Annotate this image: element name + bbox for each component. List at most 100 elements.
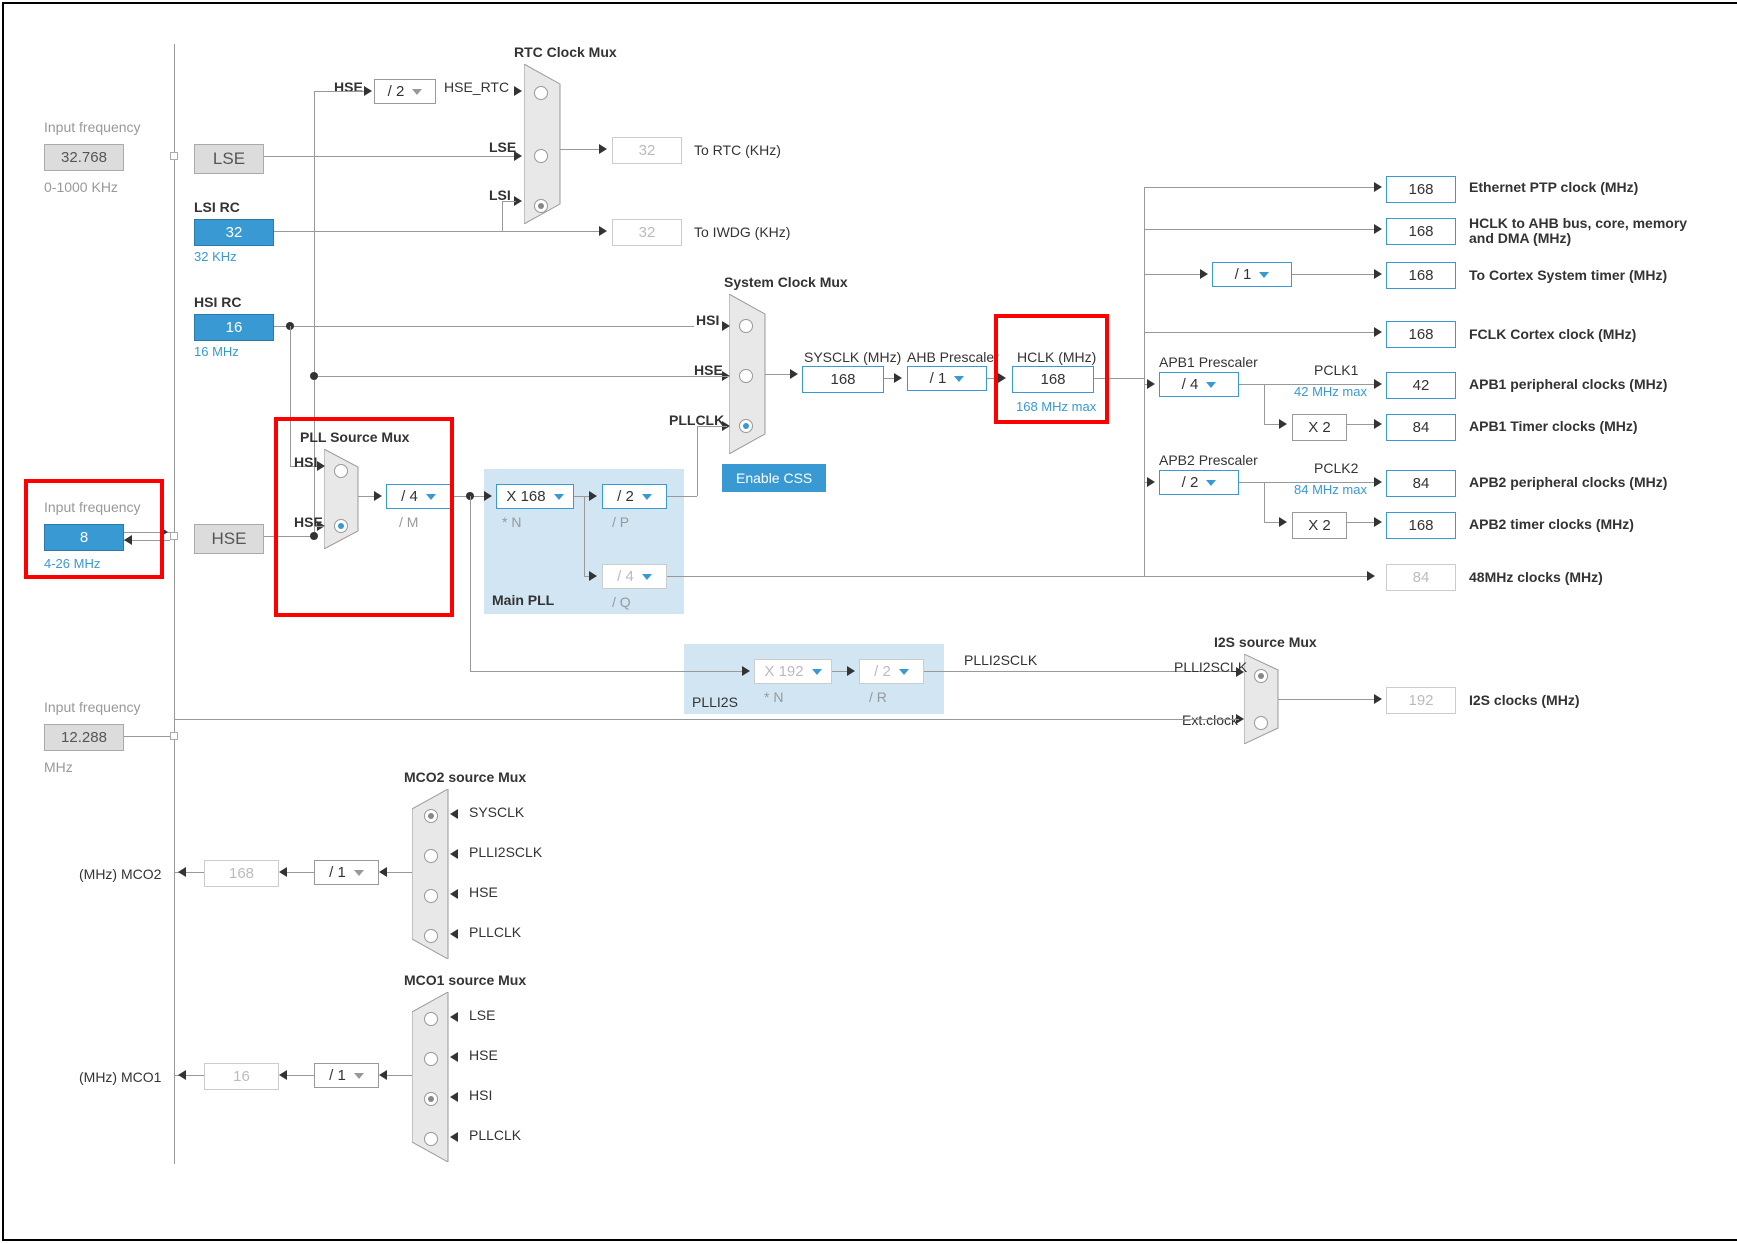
i2s-mux-ext-radio[interactable] — [1254, 716, 1268, 730]
apb2-timer-value: 168 — [1386, 512, 1456, 539]
mco1-in-2: HSI — [469, 1087, 492, 1103]
pll-source-mux-title: PLL Source Mux — [300, 429, 409, 445]
mco1-label: (MHz) MCO1 — [79, 1069, 161, 1085]
hsi-value: 16 — [194, 314, 274, 341]
apb1-timer-mult: X 2 — [1292, 414, 1347, 441]
fclk-label: FCLK Cortex clock (MHz) — [1469, 326, 1636, 342]
hse-input-value[interactable]: 8 — [44, 524, 124, 551]
pll-div-p[interactable]: / 2 — [602, 484, 667, 509]
ahb-prescaler[interactable]: / 1 — [907, 366, 987, 391]
pclk2-label: PCLK2 — [1314, 460, 1358, 476]
rtc-mux-title: RTC Clock Mux — [514, 44, 617, 60]
sysclk-value[interactable]: 168 — [802, 366, 884, 393]
rtc-mux-hse-radio[interactable] — [534, 86, 548, 100]
lse-input-label: Input frequency — [44, 119, 141, 135]
i2s-clock-value: 192 — [1386, 687, 1456, 714]
hclk-ahb-label: HCLK to AHB bus, core, memory and DMA (M… — [1469, 216, 1709, 247]
mco1-div[interactable]: / 1 — [314, 1063, 379, 1088]
apb1-timer-label: APB1 Timer clocks (MHz) — [1469, 418, 1638, 434]
lse-input-value[interactable]: 32.768 — [44, 144, 124, 171]
i2s-input-label: Input frequency — [44, 699, 141, 715]
plli2s-mult-n[interactable]: X 192 — [754, 659, 832, 684]
mco2-in-3: PLLCLK — [469, 924, 521, 940]
apb2-periph-label: APB2 peripheral clocks (MHz) — [1469, 474, 1667, 490]
apb1-prescaler[interactable]: / 4 — [1159, 372, 1239, 397]
pll-source-hsi-radio[interactable] — [334, 464, 348, 478]
mco1-radio-2[interactable] — [424, 1092, 438, 1106]
pll-mult-n[interactable]: X 168 — [496, 484, 574, 509]
lsi-value: 32 — [194, 219, 274, 246]
i2s-input-value[interactable]: 12.288 — [44, 724, 124, 751]
usb48-value: 84 — [1386, 564, 1456, 591]
i2s-mux-title: I2S source Mux — [1214, 634, 1317, 650]
hse-input-label: Input frequency — [44, 499, 141, 515]
sysclk-hsi-radio[interactable] — [739, 319, 753, 333]
mco2-div[interactable]: / 1 — [314, 860, 379, 885]
mco2-in-2: HSE — [469, 884, 498, 900]
rtc-lsi-label: LSI — [489, 187, 511, 203]
plli2sclk-label: PLLI2SCLK — [964, 652, 1037, 668]
enable-css-button[interactable]: Enable CSS — [722, 464, 826, 492]
sysclk-label: SYSCLK (MHz) — [804, 349, 901, 365]
sysclk-mux-title: System Clock Mux — [724, 274, 848, 290]
mco1-in-3: PLLCLK — [469, 1127, 521, 1143]
lse-source-box: LSE — [194, 144, 264, 174]
to-iwdg-value: 32 — [612, 219, 682, 246]
lse-input-range: 0-1000 KHz — [44, 179, 118, 195]
mco2-radio-1[interactable] — [424, 849, 438, 863]
mco2-in-1: PLLI2SCLK — [469, 844, 542, 860]
sysclk-hsi-label: HSI — [696, 312, 719, 328]
mco2-radio-2[interactable] — [424, 889, 438, 903]
pclk1-label: PCLK1 — [1314, 362, 1358, 378]
mco1-radio-1[interactable] — [424, 1052, 438, 1066]
pll-div-m-sub: / M — [399, 514, 418, 530]
i2s-mux-pll-radio[interactable] — [1254, 669, 1268, 683]
to-rtc-label: To RTC (KHz) — [694, 142, 781, 158]
pll-div-m[interactable]: / 4 — [386, 484, 451, 509]
ahb-prescaler-label: AHB Prescaler — [907, 349, 999, 365]
mco1-in-0: LSE — [469, 1007, 495, 1023]
pll-source-hse-radio[interactable] — [334, 519, 348, 533]
hclk-max: 168 MHz max — [1016, 399, 1096, 414]
apb2-timer-mult: X 2 — [1292, 512, 1347, 539]
sysclk-hse-radio[interactable] — [739, 369, 753, 383]
mco1-radio-3[interactable] — [424, 1132, 438, 1146]
pll-div-q[interactable]: / 4 — [602, 564, 667, 589]
sysclk-pllclk-radio[interactable] — [739, 419, 753, 433]
mco1-in-1: HSE — [469, 1047, 498, 1063]
to-rtc-value: 32 — [612, 137, 682, 164]
rtc-hse-div[interactable]: / 2 — [374, 79, 436, 104]
hclk-ahb-value: 168 — [1386, 218, 1456, 245]
mco1-radio-0[interactable] — [424, 1012, 438, 1026]
mco2-label: (MHz) MCO2 — [79, 866, 161, 882]
mco2-radio-0[interactable] — [424, 809, 438, 823]
rtc-mux-lsi-radio[interactable] — [534, 199, 548, 213]
pll-source-mux[interactable] — [324, 449, 368, 549]
plli2s-div-r[interactable]: / 2 — [859, 659, 924, 684]
rtc-mux-lse-radio[interactable] — [534, 149, 548, 163]
eth-ptp-label: Ethernet PTP clock (MHz) — [1469, 179, 1638, 195]
rtc-mux[interactable] — [524, 64, 574, 224]
mco2-mux-title: MCO2 source Mux — [404, 769, 526, 785]
apb2-prescaler-label: APB2 Prescaler — [1159, 452, 1258, 468]
i2s-mux-in2: Ext.clock — [1182, 712, 1238, 728]
apb1-periph-value: 42 — [1386, 372, 1456, 399]
apb2-periph-value: 84 — [1386, 470, 1456, 497]
usb48-label: 48MHz clocks (MHz) — [1469, 569, 1603, 585]
i2s-clock-label: I2S clocks (MHz) — [1469, 692, 1579, 708]
hse-source-box: HSE — [194, 524, 264, 554]
pll-src-hsi-label: HSI — [294, 454, 317, 470]
main-pll-title: Main PLL — [492, 592, 554, 608]
rtc-hse-rtc-label: HSE_RTC — [444, 79, 509, 95]
rtc-lse-label: LSE — [489, 139, 516, 155]
apb2-prescaler[interactable]: / 2 — [1159, 470, 1239, 495]
hclk-label: HCLK (MHz) — [1017, 349, 1096, 365]
mco2-radio-3[interactable] — [424, 929, 438, 943]
cortex-sys-prescaler[interactable]: / 1 — [1212, 262, 1292, 287]
plli2s-title: PLLI2S — [692, 694, 738, 710]
lsi-sub: 32 KHz — [194, 249, 237, 264]
hclk-value[interactable]: 168 — [1012, 366, 1094, 393]
mco1-value: 16 — [204, 1063, 279, 1090]
mco2-value: 168 — [204, 860, 279, 887]
apb1-timer-value: 84 — [1386, 414, 1456, 441]
